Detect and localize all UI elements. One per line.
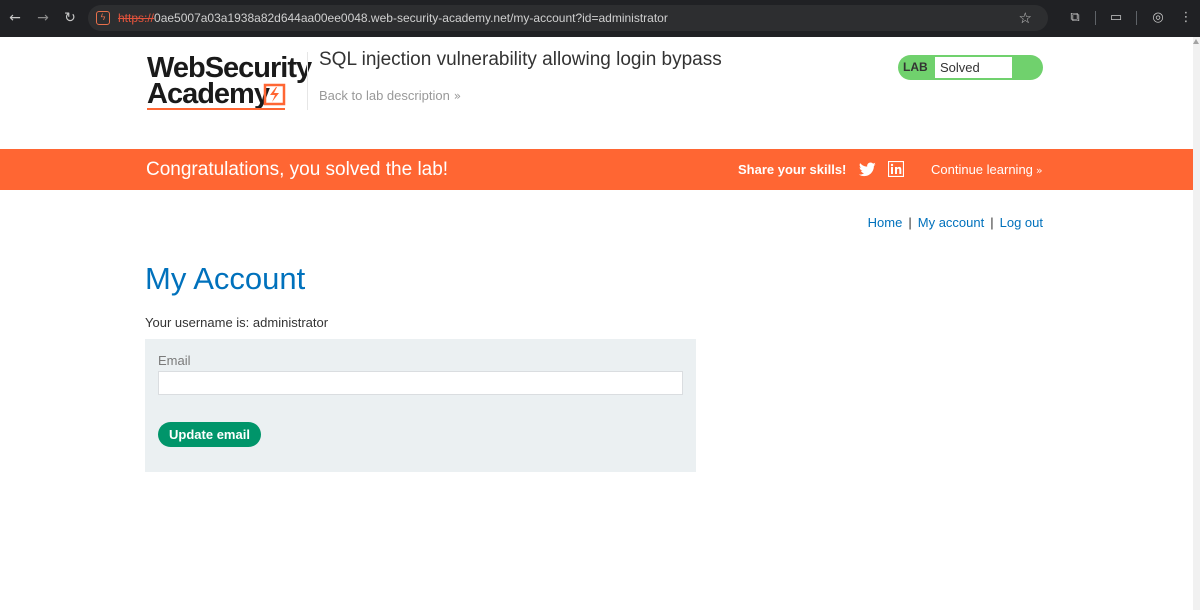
- logo-text-line2: Academy: [147, 78, 270, 110]
- nav-separator: |: [908, 215, 912, 230]
- congratulations-message: Congratulations, you solved the lab!: [146, 159, 449, 180]
- update-email-form: Email Update email: [145, 339, 696, 472]
- address-bar[interactable]: ϟ https://0ae5007a03a1938a82d644aa00ee00…: [88, 5, 1048, 31]
- continue-learning-label: Continue learning: [931, 162, 1033, 177]
- solved-banner: Congratulations, you solved the lab! Sha…: [0, 149, 1193, 190]
- username-line: Your username is: administrator: [145, 315, 329, 330]
- page-scrollbar[interactable]: [1193, 37, 1200, 610]
- url-path: 0ae5007a03a1938a82d644aa00ee0048.web-sec…: [154, 11, 668, 25]
- share-skills-label: Share your skills!: [738, 162, 847, 177]
- lab-status-widget: LAB Solved: [898, 55, 1043, 80]
- lab-title: SQL injection vulnerability allowing log…: [319, 49, 722, 70]
- email-input[interactable]: [158, 371, 683, 395]
- profile-icon[interactable]: ◎: [1149, 9, 1167, 27]
- toolbar-divider: [1095, 11, 1096, 25]
- menu-kebab-icon[interactable]: ⋮: [1177, 9, 1195, 27]
- log-out-link[interactable]: Log out: [1000, 215, 1043, 230]
- my-account-link[interactable]: My account: [918, 215, 984, 230]
- linkedin-icon[interactable]: [888, 161, 904, 177]
- scroll-up-arrow-icon[interactable]: [1193, 39, 1199, 44]
- star-icon[interactable]: ☆: [1019, 9, 1032, 27]
- toolbar-divider: [1136, 11, 1137, 25]
- back-arrow-icon[interactable]: ←: [6, 9, 24, 27]
- continue-learning-link[interactable]: Continue learning»: [931, 162, 1043, 177]
- reload-icon[interactable]: ↻: [61, 9, 79, 27]
- logo-underline: [147, 108, 285, 110]
- lightning-logo-icon: [263, 83, 286, 106]
- account-nav: Home | My account | Log out: [868, 215, 1043, 230]
- lab-state-badge: Solved: [935, 57, 1012, 78]
- extensions-icon[interactable]: ⧉: [1066, 9, 1084, 27]
- back-to-lab-description-link[interactable]: Back to lab description»: [319, 88, 461, 103]
- forward-arrow-icon[interactable]: →: [34, 9, 52, 27]
- home-link[interactable]: Home: [868, 215, 903, 230]
- lab-tag: LAB: [903, 60, 928, 74]
- header-divider: [307, 52, 308, 110]
- nav-separator: |: [990, 215, 994, 230]
- double-chevron-right-icon: »: [1035, 164, 1043, 177]
- url-text[interactable]: https://0ae5007a03a1938a82d644aa00ee0048…: [118, 11, 668, 25]
- url-scheme: https://: [118, 11, 155, 25]
- email-label: Email: [158, 353, 191, 368]
- browser-toolbar: ← → ↻ ϟ https://0ae5007a03a1938a82d644aa…: [0, 0, 1200, 37]
- cast-icon[interactable]: ▭: [1107, 9, 1125, 27]
- site-info-icon[interactable]: ϟ: [96, 11, 110, 25]
- double-chevron-right-icon: »: [453, 89, 462, 103]
- update-email-button[interactable]: Update email: [158, 422, 261, 447]
- twitter-icon[interactable]: [859, 162, 876, 177]
- back-link-label: Back to lab description: [319, 88, 450, 103]
- page-title: My Account: [145, 261, 306, 296]
- web-security-academy-logo[interactable]: WebSecurity Academy: [147, 52, 312, 112]
